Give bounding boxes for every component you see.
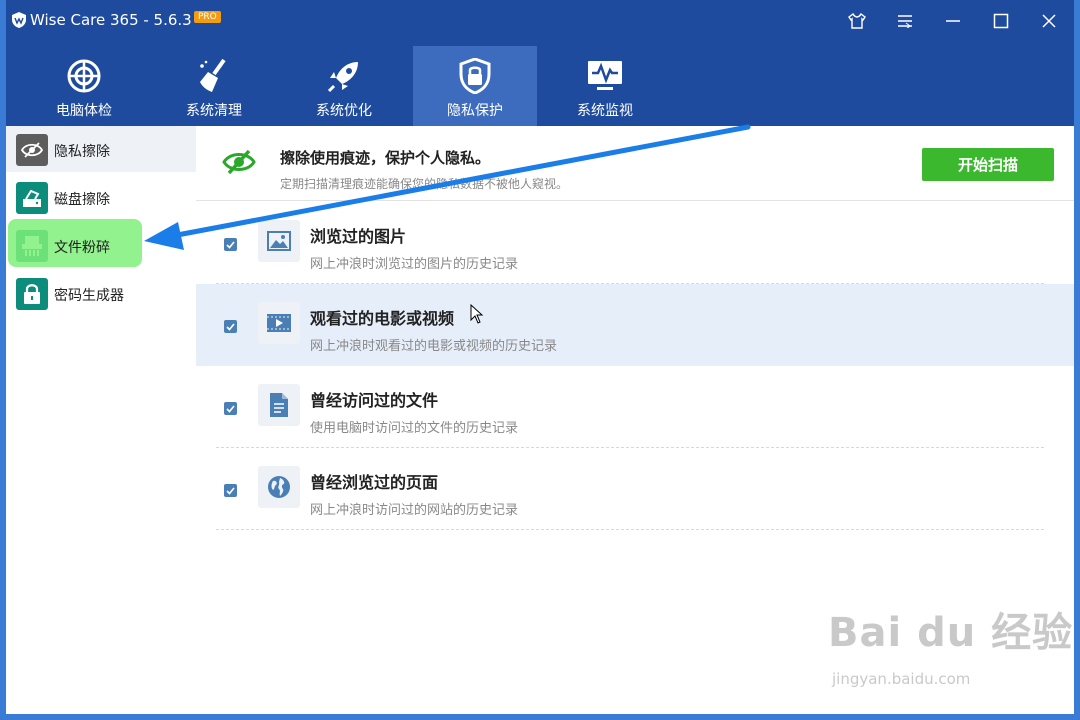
watermark-url: jingyan.baidu.com — [832, 670, 971, 688]
watermark-logo: Bai du 经验 — [828, 610, 1074, 656]
watermark: Bai du 经验 jingyan.baidu.com — [828, 600, 1074, 688]
